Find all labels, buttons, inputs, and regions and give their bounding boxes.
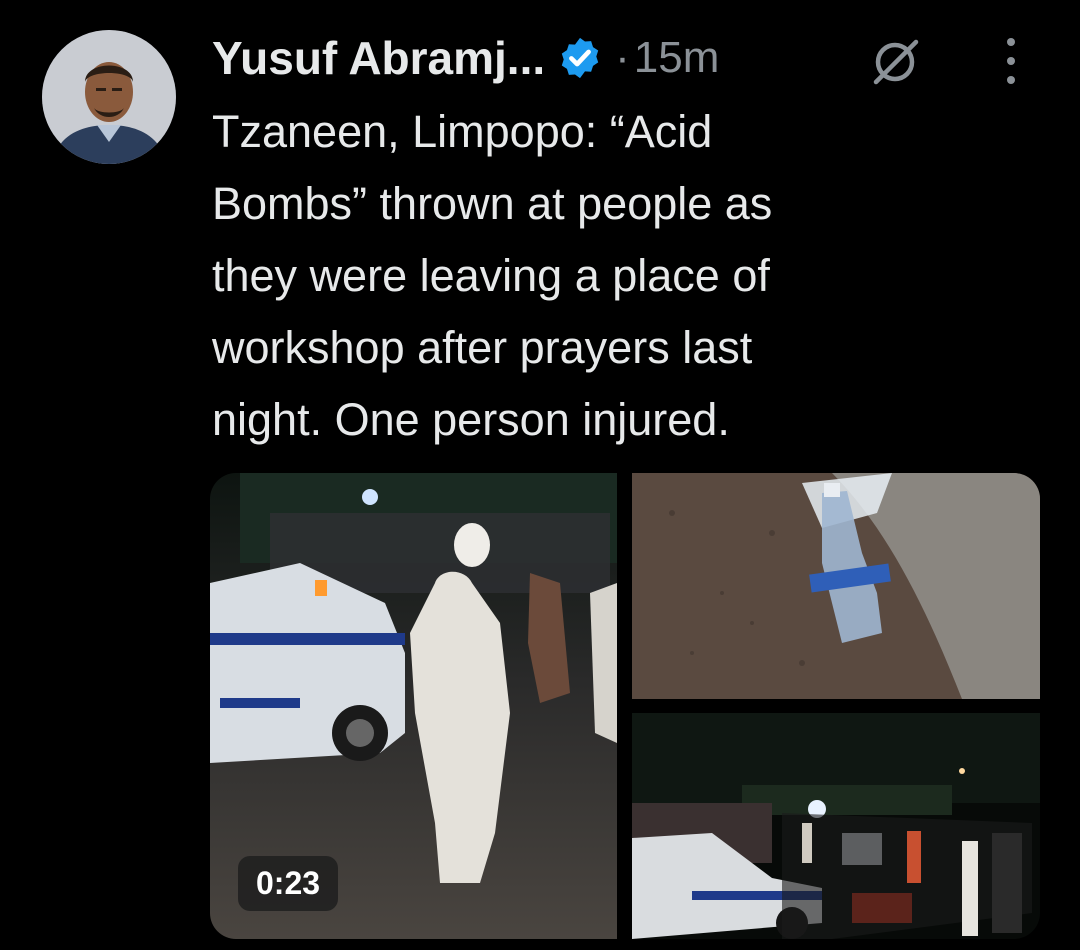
media-grid: 0:23 [210,473,1040,939]
grok-icon[interactable] [868,34,922,88]
more-dot [1007,57,1015,65]
more-dot [1007,76,1015,84]
more-dot [1007,38,1015,46]
timestamp[interactable]: 15m [634,33,720,83]
photo-bottle[interactable] [632,473,1040,699]
video-duration: 0:23 [238,856,339,911]
photo-night-street[interactable] [632,713,1040,939]
video-thumbnail[interactable]: 0:23 [210,473,617,939]
author-name[interactable]: Yusuf Abramj... [212,31,545,85]
more-options-icon[interactable] [996,38,1026,84]
avatar[interactable] [42,30,176,164]
verified-badge-icon [557,35,603,81]
profile-avatar-image [42,30,176,164]
tweet-text: Tzaneen, Limpopo: “Acid Bombs” thrown at… [212,106,773,445]
tweet-header: Yusuf Abramj... · 15m [212,28,719,88]
separator-dot: · [615,33,630,82]
